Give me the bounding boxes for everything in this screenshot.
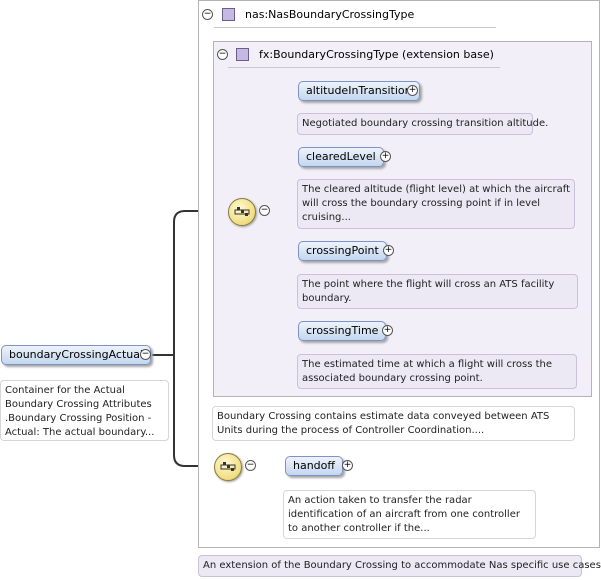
annotation-handoff: An action taken to transfer the radar id…: [283, 490, 536, 539]
element-crossing-point[interactable]: crossingPoint: [298, 241, 387, 261]
expand-toggle-cleared-level[interactable]: +: [380, 151, 391, 162]
expand-toggle-altitude[interactable]: +: [407, 85, 418, 96]
toggle-glyph: −: [260, 205, 269, 215]
annotation-crossing-time: The estimated time at which a flight wil…: [297, 354, 577, 389]
annotation-nas-type: An extension of the Boundary Crossing to…: [198, 555, 601, 577]
sequence-glyph-icon: [220, 462, 236, 471]
element-crossing-time[interactable]: crossingTime: [298, 321, 387, 341]
root-collapse-toggle[interactable]: −: [140, 349, 151, 360]
annotation-root: Container for the Actual Boundary Crossi…: [0, 380, 169, 441]
annotation-base-type: Boundary Crossing contains estimate data…: [212, 406, 575, 441]
expand-toggle-handoff[interactable]: +: [342, 460, 353, 471]
ext-sequence-toggle[interactable]: −: [245, 460, 256, 471]
toggle-glyph: +: [384, 245, 393, 255]
element-altitude-in-transition[interactable]: altitudeInTransition: [298, 81, 420, 101]
base-type-divider: [228, 67, 500, 68]
toggle-glyph: +: [381, 151, 390, 161]
sequence-glyph-icon: [234, 207, 250, 216]
annotation-altitude-in-transition: Negotiated boundary crossing transition …: [297, 113, 548, 135]
toggle-glyph: −: [203, 9, 212, 19]
toggle-glyph: −: [141, 349, 150, 359]
toggle-glyph: +: [383, 325, 392, 335]
base-type-collapse-toggle[interactable]: −: [217, 49, 228, 60]
annotation-crossing-point: The point where the flight will cross an…: [297, 274, 578, 309]
annotation-cleared-level: The cleared altitude (flight level) at w…: [297, 179, 575, 229]
toggle-glyph: −: [246, 460, 255, 470]
toggle-glyph: −: [218, 49, 227, 59]
base-type-label: fx:BoundaryCrossingType (extension base): [259, 48, 494, 61]
base-sequence-toggle[interactable]: −: [259, 205, 270, 216]
nas-type-divider: [214, 27, 496, 28]
toggle-glyph: +: [343, 460, 352, 470]
complex-type-icon: [236, 48, 249, 61]
sequence-compositor-icon: [228, 198, 256, 226]
element-handoff[interactable]: handoff: [285, 456, 343, 476]
toggle-glyph: +: [408, 85, 417, 95]
expand-toggle-crossing-time[interactable]: +: [382, 325, 393, 336]
nas-type-label: nas:NasBoundaryCrossingType: [245, 8, 415, 21]
element-cleared-level[interactable]: clearedLevel: [298, 147, 384, 167]
nas-type-collapse-toggle[interactable]: −: [202, 9, 213, 20]
sequence-compositor-icon: [214, 453, 242, 481]
complex-type-icon: [222, 8, 235, 21]
expand-toggle-crossing-point[interactable]: +: [383, 245, 394, 256]
root-element-boundary-crossing-actual[interactable]: boundaryCrossingActual: [1, 345, 152, 365]
